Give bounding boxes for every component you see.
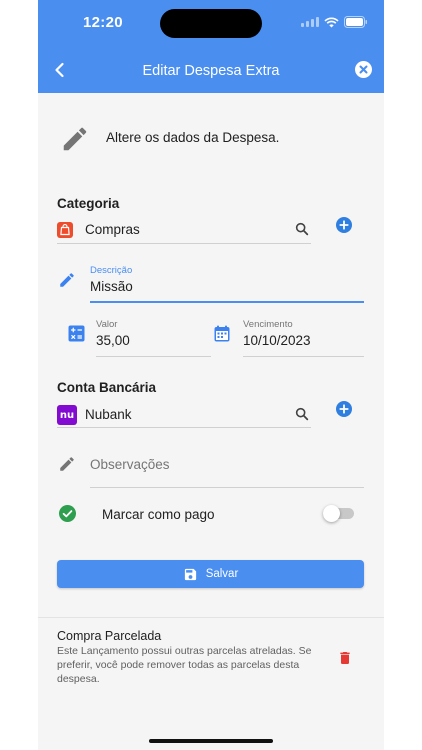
valor-label: Valor [96,319,118,330]
observacoes-input[interactable]: Observações [90,457,170,472]
dynamic-island [160,9,262,38]
add-conta-button[interactable] [336,401,352,417]
descricao-input[interactable]: Missão [90,279,133,294]
page-title: Editar Despesa Extra [142,63,280,79]
check-circle-icon [59,505,76,522]
plus-icon [339,220,349,230]
installment-description: Este Lançamento possui outras parcelas a… [57,645,312,685]
nubank-logo: nu [57,405,77,425]
pago-label: Marcar como pago [102,507,215,522]
conta-label: Conta Bancária [57,380,157,395]
search-icon[interactable] [294,406,310,422]
cellular-icon [301,17,319,27]
calendar-icon[interactable] [214,325,230,342]
home-indicator [149,739,273,743]
categoria-underline [57,243,311,244]
edit-icon [60,273,74,287]
divider [38,617,384,618]
conta-underline [57,427,311,428]
observacoes-underline [90,487,364,488]
valor-underline [96,356,211,357]
conta-field[interactable]: Nubank [85,407,132,422]
battery-icon [344,16,367,28]
phone-screen: 12:20 Editar Despesa Extra Altere os dad… [38,0,384,750]
save-button[interactable]: Salvar [57,560,364,588]
descricao-label: Descrição [90,265,133,276]
categoria-label: Categoria [57,196,120,211]
pencil-icon [63,127,87,151]
save-label: Salvar [205,568,239,580]
close-button[interactable] [355,61,372,78]
save-icon [184,568,196,580]
app-header: 12:20 Editar Despesa Extra [38,0,384,93]
shopping-bag-icon [57,222,73,238]
wifi-icon [324,16,339,27]
intro-text: Altere os dados da Despesa. [106,130,280,145]
status-icons [301,16,368,28]
vencimento-label: Vencimento [243,319,293,330]
edit-icon [60,457,74,471]
calculator-icon [68,325,85,342]
search-icon[interactable] [294,221,310,237]
installment-title: Compra Parcelada [57,629,162,643]
pago-toggle[interactable] [323,505,354,522]
categoria-field[interactable]: Compras [85,222,140,237]
status-time: 12:20 [83,14,123,31]
delete-installments-button[interactable] [337,649,353,667]
vencimento-input[interactable]: 10/10/2023 [243,333,311,348]
descricao-underline [90,301,364,303]
add-categoria-button[interactable] [336,217,352,233]
valor-input[interactable]: 35,00 [96,333,130,348]
vencimento-underline [243,356,364,357]
plus-icon [339,404,349,414]
toggle-knob [323,505,340,522]
close-icon [359,65,368,74]
